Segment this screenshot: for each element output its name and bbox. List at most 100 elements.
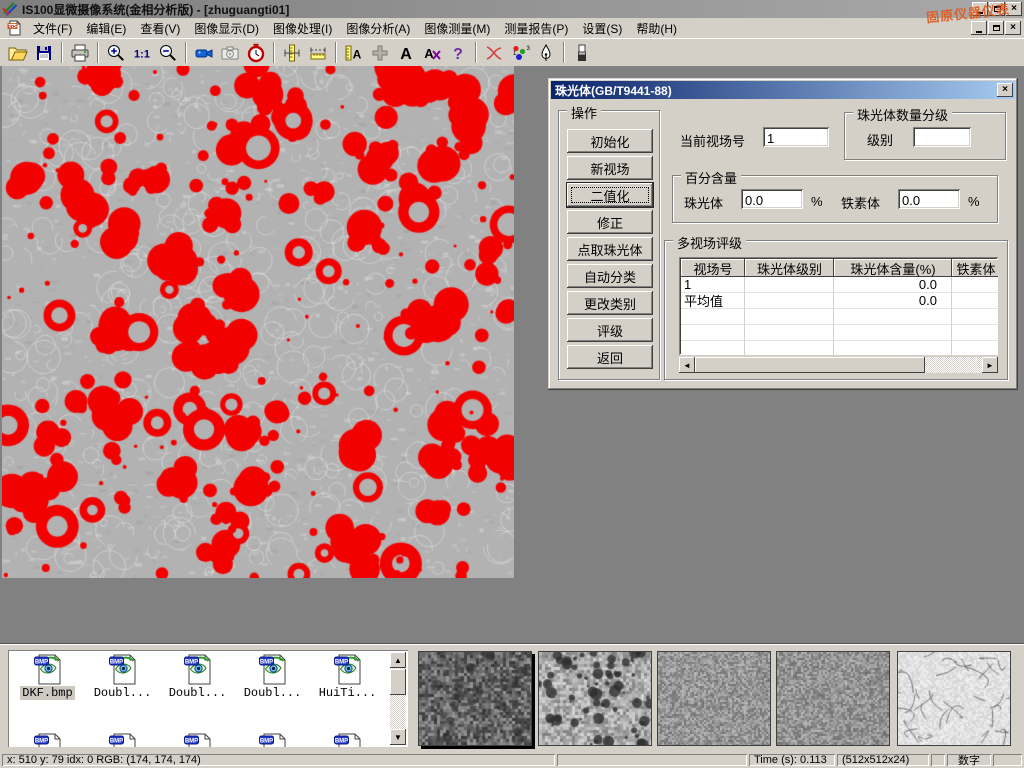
camera-capture-button[interactable] xyxy=(217,41,243,64)
metallograph-image[interactable] xyxy=(2,66,514,578)
thumbnail-3[interactable] xyxy=(657,651,771,746)
file-item[interactable]: BMP xyxy=(235,732,310,747)
col-ferrite[interactable]: 铁素体 xyxy=(952,259,998,277)
zoom-in-button[interactable] xyxy=(103,41,129,64)
pen-button[interactable] xyxy=(533,41,559,64)
menu-edit[interactable]: 编辑(E) xyxy=(79,18,133,39)
cell-field-no: 1 xyxy=(681,277,745,293)
menu-image-process[interactable]: 图像处理(I) xyxy=(266,18,339,39)
file-item[interactable]: BMP HuiTi... xyxy=(310,653,385,700)
bmp-file-icon: BMP xyxy=(332,732,364,747)
merge-button[interactable] xyxy=(367,41,393,64)
col-field-no[interactable]: 视场号 xyxy=(681,259,745,277)
thumbnail-2[interactable] xyxy=(538,651,652,746)
file-item[interactable]: BMP DKF.bmp xyxy=(10,653,85,700)
new-field-button[interactable]: 新视场 xyxy=(567,156,653,180)
ruler-button[interactable] xyxy=(305,41,331,64)
file-name[interactable]: Doubl... xyxy=(167,686,229,700)
actual-size-button[interactable]: 1:1 xyxy=(129,41,155,64)
curve-measure-button[interactable] xyxy=(481,41,507,64)
menu-file[interactable]: 文件(F) xyxy=(26,18,79,39)
caliper-button[interactable] xyxy=(279,41,305,64)
menu-image-measure[interactable]: 图像测量(M) xyxy=(417,18,497,39)
change-class-button[interactable]: 更改类别 xyxy=(567,291,653,315)
grade-button[interactable]: 评级 xyxy=(567,318,653,342)
file-item[interactable]: BMP Doubl... xyxy=(235,653,310,700)
table-h-scrollbar[interactable]: ◄ ► xyxy=(679,357,998,373)
arrow-down-icon: ▼ xyxy=(394,733,402,742)
file-list[interactable]: BMP DKF.bmp BMP Doubl... BMP Doubl... BM… xyxy=(8,650,408,747)
dialog-title-bar[interactable]: 珠光体(GB/T9441-88) × xyxy=(551,81,1015,99)
grade-group: 珠光体数量分级 级别 xyxy=(844,112,1006,160)
current-field-input[interactable] xyxy=(763,127,829,147)
button-label: 新视场 xyxy=(590,159,629,178)
mdi-restore-button[interactable] xyxy=(988,21,1004,35)
grade-input[interactable] xyxy=(913,127,971,147)
scroll-left-button[interactable]: ◄ xyxy=(679,357,695,373)
auto-classify-button[interactable]: 自动分类 xyxy=(567,264,653,288)
file-item[interactable]: BMP xyxy=(160,732,235,747)
save-button[interactable] xyxy=(31,41,57,64)
col-pearlite-grade[interactable]: 珠光体级别 xyxy=(745,259,834,277)
brush-button[interactable] xyxy=(569,41,595,64)
caliper-icon xyxy=(282,43,302,63)
table-header-row: 视场号 珠光体级别 珠光体含量(%) 铁素体 xyxy=(681,259,998,277)
init-button[interactable]: 初始化 xyxy=(567,129,653,153)
thumbnail-4[interactable] xyxy=(776,651,890,746)
thumbnail-5[interactable] xyxy=(897,651,1011,746)
scroll-thumb[interactable] xyxy=(695,357,925,373)
cell-ferrite xyxy=(952,277,998,293)
scroll-right-button[interactable]: ► xyxy=(982,357,998,373)
file-item[interactable]: BMP xyxy=(10,732,85,747)
app-icon xyxy=(2,1,18,17)
dialog-close-button[interactable]: × xyxy=(997,83,1013,97)
text-button[interactable]: A xyxy=(393,41,419,64)
scroll-thumb[interactable] xyxy=(390,669,406,695)
file-item[interactable]: BMP xyxy=(310,732,385,747)
bmp-file-icon: BMP xyxy=(182,732,214,747)
measure-label-button[interactable]: A xyxy=(341,41,367,64)
return-button[interactable]: 返回 xyxy=(567,345,653,369)
file-name[interactable]: DKF.bmp xyxy=(20,686,74,700)
ferrite-percent-input[interactable] xyxy=(898,189,960,209)
menu-view[interactable]: 查看(V) xyxy=(133,18,187,39)
scroll-down-button[interactable]: ▼ xyxy=(390,729,406,745)
document-icon[interactable]: DOC xyxy=(6,20,22,36)
open-button[interactable] xyxy=(5,41,31,64)
correct-button[interactable]: 修正 xyxy=(567,210,653,234)
col-pearlite-content[interactable]: 珠光体含量(%) xyxy=(834,259,952,277)
menu-image-display[interactable]: 图像显示(D) xyxy=(187,18,266,39)
cell-content: 0.0 xyxy=(834,293,952,309)
print-button[interactable] xyxy=(67,41,93,64)
binarize-button[interactable]: 二值化 xyxy=(567,183,653,207)
menu-settings[interactable]: 设置(S) xyxy=(575,18,629,39)
help-button[interactable]: ? xyxy=(445,41,471,64)
svg-text:DOC: DOC xyxy=(8,24,19,29)
file-name[interactable]: HuiTi... xyxy=(317,686,379,700)
file-name[interactable]: Doubl... xyxy=(242,686,304,700)
pearlite-percent-input[interactable] xyxy=(741,189,803,209)
thumbnail-1[interactable] xyxy=(418,651,532,746)
count-points-button[interactable]: 31 xyxy=(507,41,533,64)
file-item[interactable]: BMP xyxy=(85,732,160,747)
file-name[interactable]: Doubl... xyxy=(92,686,154,700)
table-row[interactable]: 平均值 0.0 xyxy=(681,293,998,309)
cell-grade xyxy=(745,277,834,293)
file-item[interactable]: BMP Doubl... xyxy=(160,653,235,700)
menu-report[interactable]: 测量报告(P) xyxy=(497,18,575,39)
mode-status: 数字 xyxy=(947,754,991,766)
text-delete-button[interactable]: A xyxy=(419,41,445,64)
table-row[interactable]: 1 0.0 xyxy=(681,277,998,293)
timer-button[interactable] xyxy=(243,41,269,64)
video-capture-button[interactable] xyxy=(191,41,217,64)
mdi-close-button[interactable]: × xyxy=(1005,21,1021,35)
menu-help[interactable]: 帮助(H) xyxy=(629,18,684,39)
multi-field-table[interactable]: 视场号 珠光体级别 珠光体含量(%) 铁素体 1 0.0 平均值 0.0 xyxy=(679,257,998,355)
scroll-up-button[interactable]: ▲ xyxy=(390,652,406,668)
zoom-out-button[interactable] xyxy=(155,41,181,64)
file-list-scrollbar[interactable]: ▲ ▼ xyxy=(390,652,406,745)
mdi-minimize-button[interactable] xyxy=(971,21,987,35)
menu-image-analysis[interactable]: 图像分析(A) xyxy=(339,18,417,39)
pick-pearlite-button[interactable]: 点取珠光体 xyxy=(567,237,653,261)
file-item[interactable]: BMP Doubl... xyxy=(85,653,160,700)
